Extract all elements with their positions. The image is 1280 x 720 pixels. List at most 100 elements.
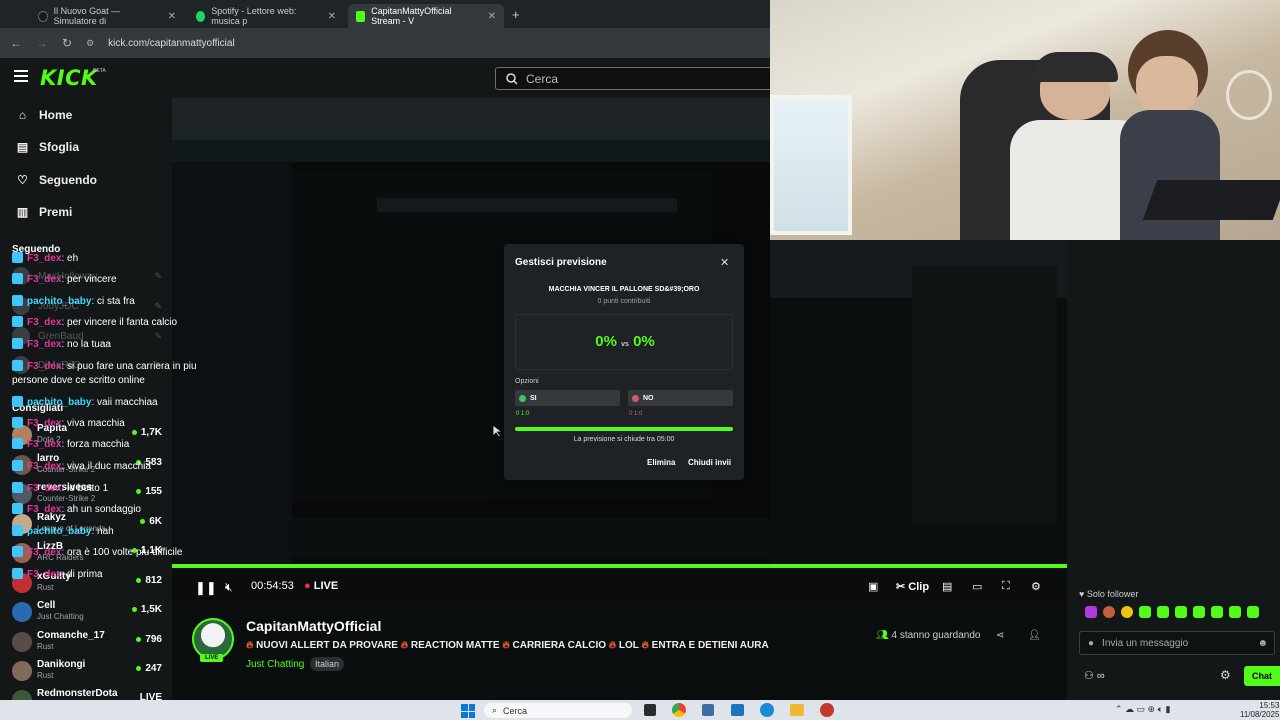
delete-button[interactable]: Elimina (647, 458, 675, 467)
clip-button[interactable]: ✂ Clip (896, 580, 929, 593)
chat-username[interactable]: pachito_baby (27, 296, 91, 307)
sidebar-item-rewards[interactable]: ▥ Premi (16, 205, 73, 219)
chat-username[interactable]: F3_dex (27, 274, 61, 285)
chat-username[interactable]: F3_dex (27, 253, 61, 264)
share-icon[interactable]: ⋖ (996, 630, 1004, 641)
rewards-icon: ▥ (16, 205, 29, 219)
browser-tab-bar: Il Nuovo Goat — Simulatore di ✕ Spotify … (0, 0, 856, 28)
recommended-channel[interactable]: Danikongi Rust 247 (12, 657, 162, 685)
option-no[interactable]: NO (628, 390, 733, 406)
chat-text: ah un sondaggio (67, 504, 141, 515)
emote-icon[interactable] (1103, 606, 1115, 618)
category-link[interactable]: Just Chatting (246, 659, 304, 670)
mail-icon[interactable] (731, 704, 744, 716)
captions-icon[interactable]: ▤ (942, 580, 952, 593)
option-label: NO (643, 394, 654, 402)
send-chat-button[interactable]: Chat (1244, 666, 1280, 686)
chat-username[interactable]: F3_dex (27, 461, 61, 472)
chat-settings-icon[interactable]: ⚙ (1220, 668, 1231, 682)
taskbar-search[interactable]: ⌕ Cerca (484, 703, 632, 718)
emote-icon[interactable] (1247, 606, 1259, 618)
browser-tab-3[interactable]: CapitanMattyOfficial Stream - V ✕ (348, 4, 504, 28)
person-right-shirt (1120, 110, 1220, 240)
search-input[interactable]: Cerca (495, 67, 799, 90)
recommended-channel[interactable]: RedmonsterDota LIVE (12, 686, 162, 700)
close-tab-icon[interactable]: ✕ (488, 11, 496, 22)
reload-icon[interactable]: ↻ (62, 36, 72, 50)
sidebar-item-browse[interactable]: ▤ Sfoglia (16, 140, 79, 154)
back-icon[interactable]: ← (10, 36, 22, 50)
chat-username[interactable]: F3_dex (27, 339, 61, 350)
person-left-cap (1032, 52, 1118, 82)
sidebar-item-home[interactable]: ⌂ Home (16, 108, 72, 122)
chat-message: F3_dex: ora è 100 volte piu difficile (12, 546, 208, 560)
tray-icons[interactable]: ⌃ ☁ ▭ ⊕ 🔈︎ ▮ (1115, 704, 1170, 715)
emoji-icon[interactable]: ☻ (1257, 638, 1268, 649)
close-tab-icon[interactable]: ✕ (168, 11, 176, 22)
chat-badge-icon (12, 417, 23, 428)
person-right-face (1136, 56, 1198, 116)
edge-icon[interactable] (760, 703, 774, 717)
chat-username[interactable]: pachito_baby (27, 397, 91, 408)
chat-username[interactable]: F3_dex (27, 569, 61, 580)
chrome-alt-icon[interactable] (820, 703, 834, 717)
chat-badge-icon (12, 546, 23, 557)
theater-icon[interactable]: ▣ (868, 580, 878, 593)
fullscreen-icon[interactable]: ⛶ (1002, 580, 1010, 593)
emote-icon[interactable] (1211, 606, 1223, 618)
windows-start-icon[interactable] (461, 704, 475, 718)
browse-icon: ▤ (16, 140, 29, 154)
kick-favicon-icon (356, 10, 366, 22)
browser-tab-1[interactable]: Il Nuovo Goat — Simulatore di ✕ (30, 4, 184, 28)
emote-icon[interactable] (1121, 606, 1133, 618)
clock[interactable]: 15:53 11/08/2025 (1240, 701, 1279, 719)
chat-input[interactable]: ● Invia un messaggio ☻ (1079, 631, 1275, 655)
task-view-icon[interactable] (644, 704, 656, 716)
pause-icon[interactable]: ❚❚ (195, 580, 217, 596)
close-submissions-button[interactable]: Chiudi invii (688, 458, 731, 467)
chrome-icon[interactable] (672, 703, 686, 717)
tab-title: CapitanMattyOfficial Stream - V (371, 6, 452, 26)
browser-tab-2[interactable]: Spotify - Lettore web: musica p ✕ (188, 4, 344, 28)
channel-name[interactable]: CapitanMattyOfficial (246, 618, 381, 634)
emote-bar[interactable] (1085, 606, 1277, 620)
file-explorer-icon[interactable] (790, 704, 804, 716)
recommended-channel[interactable]: Comanche_17 Rust 796 (12, 628, 162, 656)
chat-username[interactable]: F3_dex (27, 317, 61, 328)
emote-icon[interactable] (1193, 606, 1205, 618)
chat-username[interactable]: F3_dex (27, 547, 61, 558)
miniplayer-icon[interactable]: ▭ (972, 580, 982, 593)
recommended-channel[interactable]: Cell Just Chatting 1,5K (12, 598, 162, 626)
close-tab-icon[interactable]: ✕ (328, 11, 336, 22)
chat-username[interactable]: F3_dex (27, 483, 61, 494)
follow-icon[interactable]: 👤︎ (1028, 630, 1041, 641)
no-dot-icon (632, 394, 639, 402)
chat-username[interactable]: F3_dex (27, 439, 61, 450)
forward-icon[interactable]: → (36, 36, 48, 50)
close-icon[interactable]: ✕ (720, 256, 729, 269)
chat-username[interactable]: F3_dex (27, 504, 61, 515)
nested-site-header (172, 140, 770, 162)
emote-icon[interactable] (1229, 606, 1241, 618)
chat-users-icon[interactable]: ⚇ ∞ (1084, 669, 1105, 682)
emote-icon[interactable] (1139, 606, 1151, 618)
url-text[interactable]: kick.com/capitanmattyofficial (108, 38, 235, 49)
emote-icon[interactable] (1085, 606, 1097, 618)
chat-username[interactable]: pachito_baby (27, 526, 91, 537)
language-tag[interactable]: Italian (310, 657, 345, 671)
viewer-count: 1,5K (131, 604, 162, 615)
emote-icon[interactable] (1157, 606, 1169, 618)
chat-username[interactable]: F3_dex (27, 361, 61, 372)
app-icon[interactable] (702, 704, 714, 716)
new-tab-button[interactable]: + (512, 7, 520, 22)
emote-icon[interactable] (1175, 606, 1187, 618)
mute-icon[interactable]: 🔇︎ (225, 580, 233, 595)
chat-username[interactable]: F3_dex (27, 418, 61, 429)
option-yes[interactable]: SI (515, 390, 620, 406)
kick-logo[interactable]: KICK (40, 66, 98, 90)
sidebar-item-following[interactable]: ♡ Seguendo (16, 173, 97, 187)
site-info-icon[interactable]: ⚙ (86, 38, 94, 49)
hamburger-menu-icon[interactable] (14, 70, 28, 82)
settings-gear-icon[interactable]: ⚙ (1031, 580, 1041, 593)
channel-name: Cell (37, 600, 56, 611)
